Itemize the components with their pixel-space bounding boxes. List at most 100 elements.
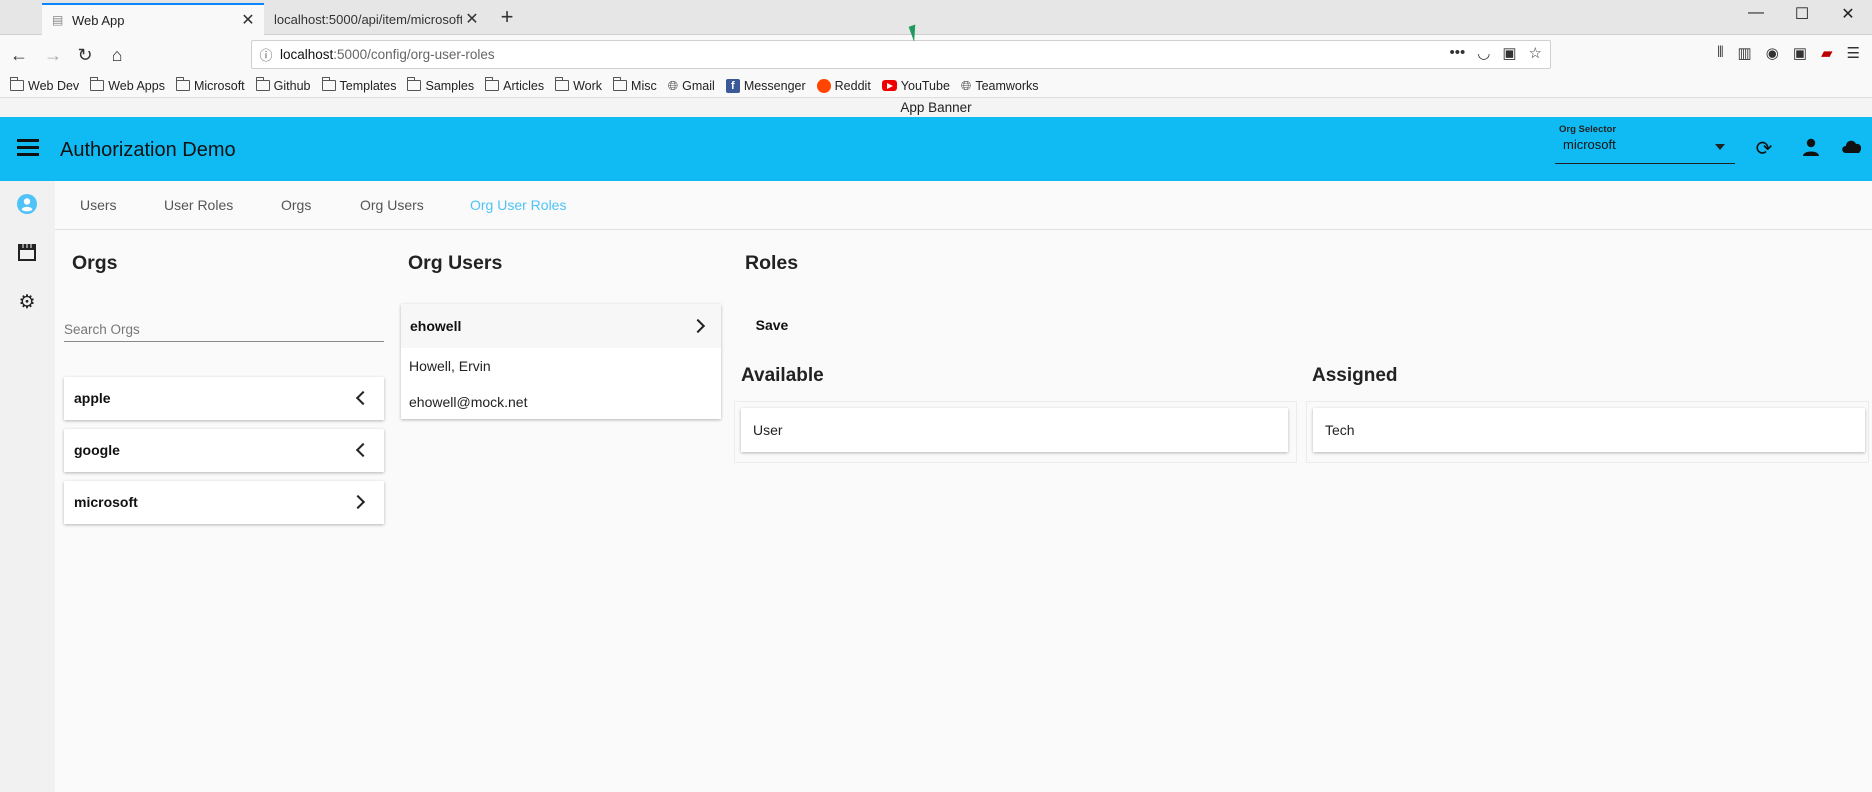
- folder-icon: [613, 77, 628, 91]
- save-button[interactable]: Save: [740, 304, 804, 346]
- folder-icon: [10, 77, 24, 91]
- org-user-header[interactable]: ehowell: [401, 304, 721, 348]
- bookmark-star-icon[interactable]: ☆: [1529, 44, 1542, 62]
- bookmark-label: Web Dev: [28, 78, 80, 93]
- org-name: apple: [74, 390, 111, 406]
- globe-icon: 🌐︎: [667, 77, 679, 93]
- bookmark-misc[interactable]: Misc: [613, 77, 657, 93]
- folder-icon: [90, 77, 105, 91]
- tab-org-users[interactable]: Org Users: [360, 197, 424, 213]
- bookmark-web-apps[interactable]: Web Apps: [90, 77, 165, 93]
- org-user-full-name: Howell, Ervin: [409, 358, 491, 374]
- app-toolbar: Authorization Demo Org Selector microsof…: [0, 117, 1872, 181]
- available-roles-list[interactable]: User: [734, 401, 1297, 463]
- account-icon[interactable]: ◉: [1766, 44, 1779, 62]
- bookmark-label: Templates: [339, 78, 397, 93]
- bookmark-samples[interactable]: Samples: [407, 77, 475, 93]
- pdf-icon[interactable]: ▰: [1821, 44, 1833, 62]
- cloud-icon[interactable]: [1840, 137, 1864, 161]
- extension-icon[interactable]: ▣: [1793, 44, 1807, 62]
- bookmark-label: Microsoft: [193, 78, 245, 93]
- browser-nav-bar: ← → ↻ ⌂ ⓘ localhost:5000/config/org-user…: [0, 36, 1872, 74]
- maximize-icon[interactable]: ☐: [1782, 4, 1822, 24]
- role-item-user[interactable]: User: [741, 408, 1288, 452]
- tab-org-user-roles[interactable]: Org User Roles: [470, 197, 566, 213]
- sync-icon[interactable]: ⟳: [1752, 137, 1776, 161]
- bookmark-templates[interactable]: Templates: [321, 77, 397, 93]
- sub-nav: Users User Roles Orgs Org Users Org User…: [55, 181, 1872, 230]
- bookmark-label: Teamworks: [975, 78, 1039, 93]
- store-icon[interactable]: [15, 243, 39, 267]
- info-icon[interactable]: ⓘ: [252, 45, 280, 64]
- assigned-roles-list[interactable]: Tech: [1306, 401, 1869, 463]
- chevron-left-icon: [355, 442, 371, 458]
- bookmark-gmail[interactable]: 🌐︎ Gmail: [668, 78, 715, 94]
- tab-users[interactable]: Users: [80, 197, 117, 213]
- bookmark-web-dev[interactable]: Web Dev: [10, 77, 80, 93]
- browser-tab-web-app[interactable]: ▤ Web App ✕: [42, 3, 264, 35]
- search-orgs-input[interactable]: [64, 312, 384, 342]
- bookmark-label: Samples: [425, 78, 475, 93]
- org-item-microsoft[interactable]: microsoft: [64, 481, 384, 524]
- tab-label: Web App: [72, 12, 125, 28]
- available-title: Available: [741, 365, 824, 386]
- bookmark-label: Messenger: [743, 78, 806, 93]
- person-icon[interactable]: [1799, 137, 1823, 161]
- tab-orgs[interactable]: Orgs: [281, 197, 311, 213]
- folder-icon: [555, 77, 570, 91]
- left-nav-rail: ⚙: [0, 181, 55, 792]
- home-icon[interactable]: ⌂: [105, 43, 129, 67]
- globe-icon: 🌐︎: [960, 77, 972, 93]
- back-icon[interactable]: ←: [7, 43, 31, 67]
- role-item-tech[interactable]: Tech: [1313, 408, 1865, 452]
- roles-title: Roles: [745, 252, 799, 274]
- bookmark-messenger[interactable]: f Messenger: [725, 78, 806, 93]
- pocket-icon[interactable]: ◡: [1477, 44, 1490, 62]
- menu-icon[interactable]: ☰: [1847, 44, 1860, 62]
- sidebar-icon[interactable]: ▥: [1738, 44, 1752, 62]
- reader-view-icon[interactable]: ▣: [1502, 44, 1516, 62]
- close-tab-icon[interactable]: ✕: [462, 9, 482, 29]
- tab-label: localhost:5000/api/item/microsoft/: [274, 11, 462, 27]
- bookmark-label: Gmail: [682, 78, 715, 93]
- window-close-icon[interactable]: ✕: [1828, 4, 1868, 24]
- new-tab-icon[interactable]: +: [496, 4, 518, 30]
- url-bar[interactable]: ⓘ localhost:5000/config/org-user-roles •…: [251, 40, 1551, 69]
- org-user-username: ehowell: [410, 318, 462, 334]
- assigned-title: Assigned: [1312, 365, 1398, 386]
- bookmark-articles[interactable]: Articles: [485, 77, 544, 93]
- bookmark-youtube[interactable]: YouTube: [881, 78, 950, 93]
- close-tab-icon[interactable]: ✕: [238, 10, 258, 30]
- org-selector[interactable]: Org Selector microsoft: [1555, 124, 1735, 164]
- chevron-right-icon: [690, 318, 706, 334]
- org-name: google: [74, 442, 120, 458]
- folder-icon: [255, 77, 270, 91]
- bookmark-teamworks[interactable]: 🌐︎ Teamworks: [961, 78, 1039, 94]
- bookmark-label: Misc: [631, 78, 657, 93]
- browser-tab-api-item[interactable]: localhost:5000/api/item/microsoft/ ✕: [268, 3, 488, 35]
- account-circle-icon[interactable]: [15, 194, 39, 218]
- minimize-icon[interactable]: —: [1736, 4, 1776, 22]
- page-icon: ▤: [52, 13, 64, 27]
- bookmark-microsoft[interactable]: Microsoft: [175, 77, 245, 93]
- forward-icon[interactable]: →: [41, 43, 65, 67]
- library-icon[interactable]: ⫴: [1717, 44, 1723, 62]
- bookmark-github[interactable]: Github: [255, 77, 311, 93]
- org-user-card[interactable]: ehowell Howell, Ervin ehowell@mock.net: [401, 304, 721, 419]
- facebook-icon: f: [725, 78, 740, 93]
- reload-icon[interactable]: ↻: [73, 43, 97, 67]
- reddit-icon: [816, 78, 831, 93]
- hamburger-menu-icon[interactable]: [17, 139, 39, 157]
- bookmark-work[interactable]: Work: [555, 77, 602, 93]
- org-item-apple[interactable]: apple: [64, 377, 384, 420]
- bookmark-label: YouTube: [900, 78, 950, 93]
- orgs-title: Orgs: [72, 252, 118, 274]
- org-selector-label: Org Selector: [1559, 124, 1617, 135]
- role-label: Tech: [1325, 422, 1355, 438]
- org-name: microsoft: [74, 494, 138, 510]
- page-actions-icon[interactable]: •••: [1450, 44, 1466, 62]
- org-item-google[interactable]: google: [64, 429, 384, 472]
- bookmark-reddit[interactable]: Reddit: [816, 78, 871, 93]
- gear-icon[interactable]: ⚙: [15, 291, 39, 315]
- tab-user-roles[interactable]: User Roles: [164, 197, 233, 213]
